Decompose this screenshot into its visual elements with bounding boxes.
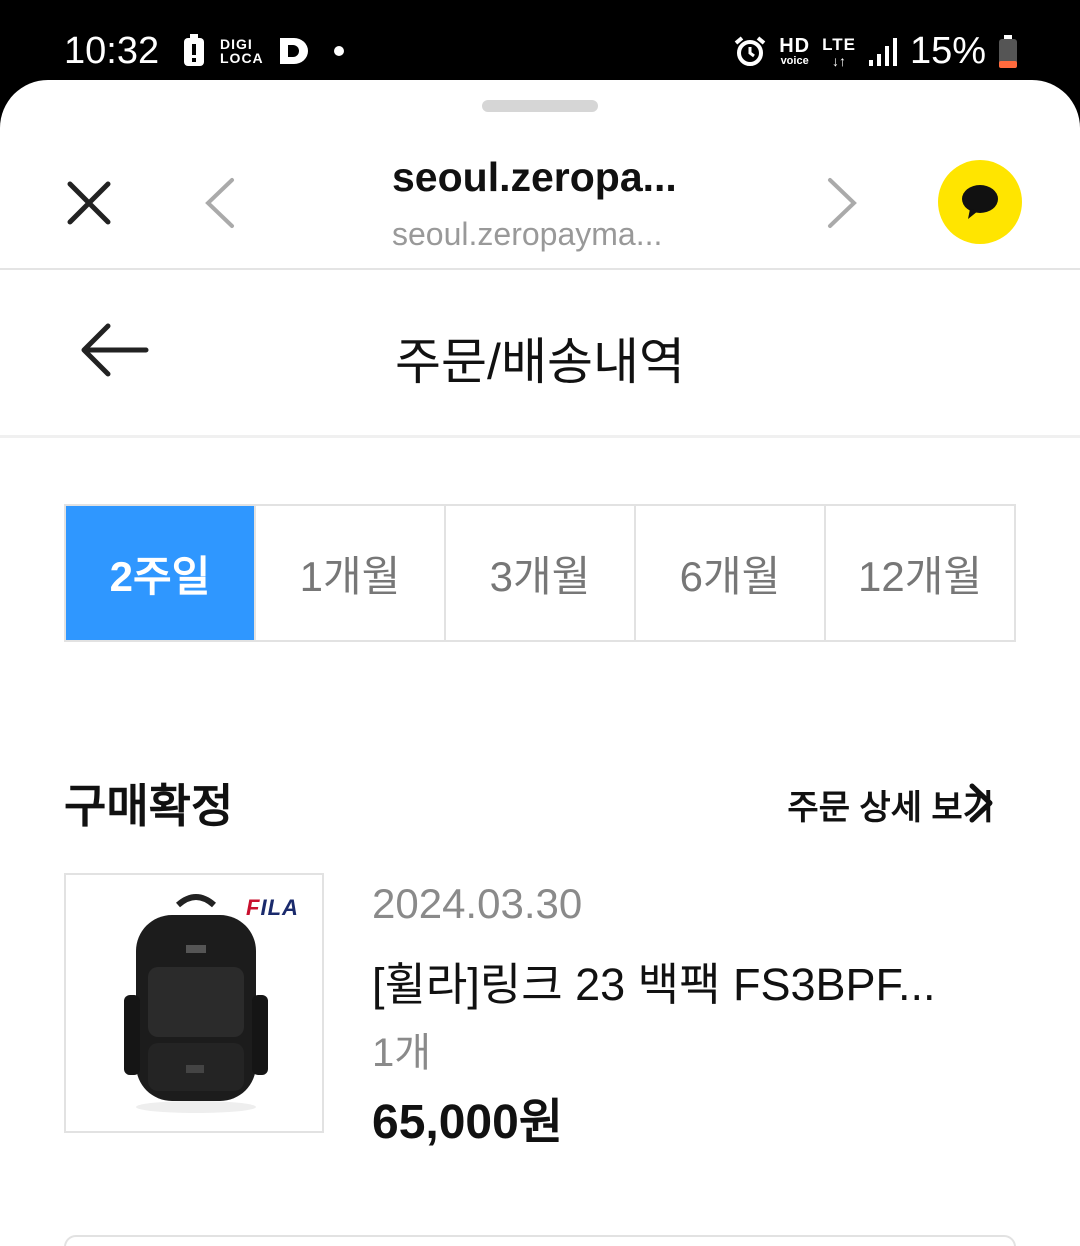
browser-back-icon[interactable] <box>200 176 240 230</box>
product-quantity: 1개 <box>372 1031 432 1075</box>
signal-icon <box>868 37 897 66</box>
hd-voice-icon: HD voice <box>779 35 811 67</box>
tab-2-weeks[interactable]: 2주일 <box>66 506 256 640</box>
next-order-card <box>64 1235 1016 1246</box>
lte-icon: LTE ↓↑ <box>822 34 856 69</box>
tab-1-month[interactable]: 1개월 <box>256 506 446 640</box>
digiloca-icon: DIGI LOCA <box>220 36 264 66</box>
alarm-icon <box>734 35 766 66</box>
order-date: 2024.03.30 <box>372 880 583 927</box>
period-filter-tabs: 2주일 1개월 3개월 6개월 12개월 <box>64 504 1016 642</box>
clock: 10:32 <box>64 30 160 72</box>
d-app-icon <box>279 38 308 64</box>
tab-3-months[interactable]: 3개월 <box>446 506 636 640</box>
browser-forward-icon[interactable] <box>822 176 862 230</box>
in-app-browser-sheet: seoul.zeropa... seoul.zeropayma... 주문/배송… <box>0 80 1080 1246</box>
order-status: 구매확정 <box>64 780 234 832</box>
tab-6-months[interactable]: 6개월 <box>636 506 826 640</box>
tab-12-months[interactable]: 12개월 <box>826 506 1014 640</box>
system-icons: HD voice LTE ↓↑ 15% <box>733 30 1018 73</box>
product-image[interactable]: FILA <box>64 873 324 1133</box>
browser-page-title: seoul.zeropa... <box>392 154 677 200</box>
chat-bubble-icon <box>962 185 998 219</box>
product-name[interactable]: [휠라]링크 23 백팩 FS3BPF... <box>372 948 936 1013</box>
battery-icon <box>999 34 1017 68</box>
battery-alert-icon <box>184 34 204 66</box>
notification-icons: DIGI LOCA <box>182 34 354 68</box>
drag-handle[interactable] <box>482 100 598 112</box>
product-price: 65,000원 <box>372 1096 563 1149</box>
page-title: 주문/배송내역 <box>395 334 685 390</box>
chevron-right-icon[interactable] <box>966 782 996 824</box>
battery-percent: 15% <box>909 30 986 72</box>
dot-icon <box>333 46 344 56</box>
kakao-share-button[interactable] <box>938 160 1022 244</box>
order-detail-link[interactable]: 주문 상세 보기 <box>787 780 994 829</box>
backpack-icon <box>124 894 268 1113</box>
browser-url: seoul.zeropayma... <box>392 216 663 252</box>
close-icon[interactable] <box>62 176 116 230</box>
